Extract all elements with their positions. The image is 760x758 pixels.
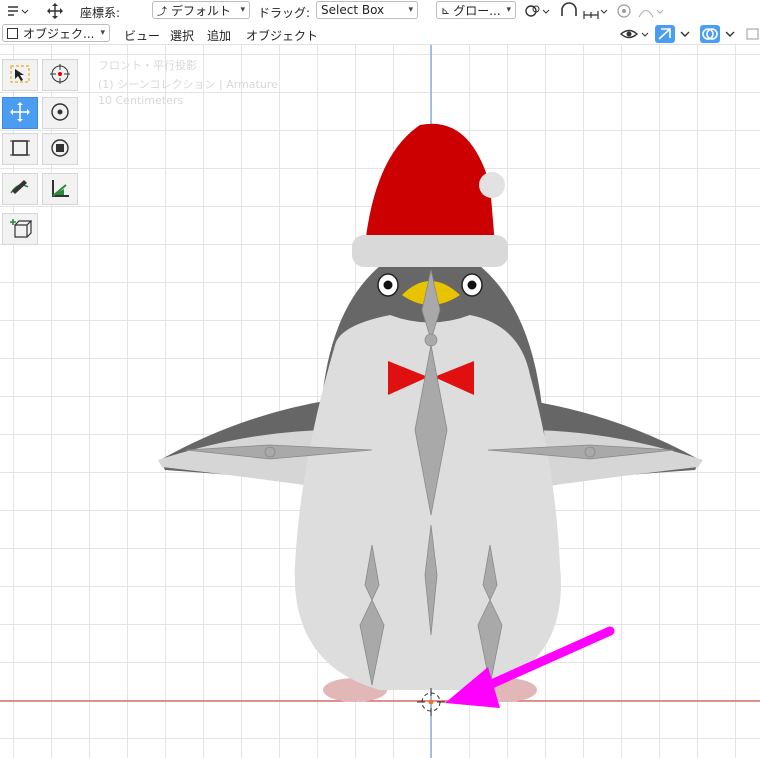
santa-hat [365, 123, 495, 245]
orientation-dropdown[interactable]: ⤴ デフォルト ▾ [152, 1, 250, 19]
hat-brim [352, 235, 508, 267]
select-box-icon [8, 63, 32, 88]
pivot-value: グロー... [453, 3, 501, 18]
drag-label: ドラッグ: [258, 6, 311, 20]
pivot-icon: ⊾ [441, 3, 451, 17]
object-mode-icon [7, 27, 18, 39]
snap-increment-icon[interactable] [580, 2, 610, 20]
overlays-toggle-icon[interactable] [700, 25, 720, 43]
cursor-icon [48, 63, 72, 88]
annotate-tool[interactable] [2, 173, 38, 205]
mode-dropdown[interactable]: オブジェク... ▾ [2, 24, 110, 42]
cursor-tool[interactable] [42, 59, 78, 91]
menu-object[interactable]: オブジェクト [246, 27, 318, 44]
mode-value: オブジェク... [23, 26, 95, 41]
chevron-down-icon[interactable] [721, 25, 739, 43]
annotate-icon [8, 177, 32, 202]
view-name-text: フロント・平行投影 [98, 59, 197, 72]
transform-tool[interactable] [42, 133, 78, 165]
menu-select[interactable]: 選択 [170, 27, 194, 44]
move-tool[interactable] [2, 97, 38, 129]
falloff-icon[interactable] [636, 2, 666, 20]
menu-add[interactable]: 追加 [207, 27, 231, 44]
proportional-edit-icon[interactable] [614, 2, 634, 20]
chevron-down-icon: ▾ [506, 5, 511, 15]
tool-settings-header: 座標系: ⤴ デフォルト ▾ ドラッグ: Select Box ▾ ⊾ グロー.… [0, 0, 760, 22]
chevron-down-icon: ▾ [408, 5, 413, 15]
add-cube-icon [8, 217, 33, 242]
transform-icon [48, 137, 72, 162]
collection-text: (1) シーンコレクション | Armature [98, 78, 278, 91]
scale-icon [8, 137, 32, 162]
hat-pompom [479, 172, 505, 198]
chevron-down-icon: ▾ [100, 28, 105, 38]
axes-icon: ⤴ [157, 6, 167, 18]
select-box-tool[interactable] [2, 59, 38, 91]
penguin-model [158, 123, 703, 702]
menu-view[interactable]: ビュー [124, 27, 160, 44]
visibility-dropdown[interactable] [618, 24, 652, 44]
3d-cursor [417, 688, 445, 716]
rotate-tool[interactable] [42, 97, 78, 129]
move-icon [8, 101, 32, 126]
orientation-label: 座標系: [80, 6, 121, 20]
pivot-dropdown[interactable]: ⊾ グロー... ▾ [436, 1, 516, 19]
drag-mode-dropdown[interactable]: Select Box ▾ [316, 1, 418, 19]
3d-viewport[interactable]: フロント・平行投影 (1) シーンコレクション | Armature 10 Ce… [0, 45, 760, 758]
chevron-down-icon[interactable] [676, 25, 694, 43]
scene-canvas [0, 45, 760, 758]
rotate-icon [48, 101, 72, 126]
move-gizmo-icon[interactable] [42, 2, 68, 20]
scale-text: 10 Centimeters [98, 94, 184, 107]
add-cube-tool[interactable] [2, 213, 38, 245]
magnet-icon[interactable] [556, 2, 582, 20]
measure-icon [48, 177, 72, 202]
gizmo-toggle-icon[interactable] [655, 25, 675, 43]
scale-tool[interactable] [2, 133, 38, 165]
xray-icon[interactable] [744, 25, 760, 43]
chevron-down-icon: ▾ [240, 5, 245, 15]
drag-mode-value: Select Box [321, 3, 385, 17]
measure-tool[interactable] [42, 173, 78, 205]
transform-affect-icon[interactable] [4, 2, 32, 20]
snap-icon[interactable] [522, 2, 552, 20]
orientation-value: デフォルト [171, 3, 232, 18]
